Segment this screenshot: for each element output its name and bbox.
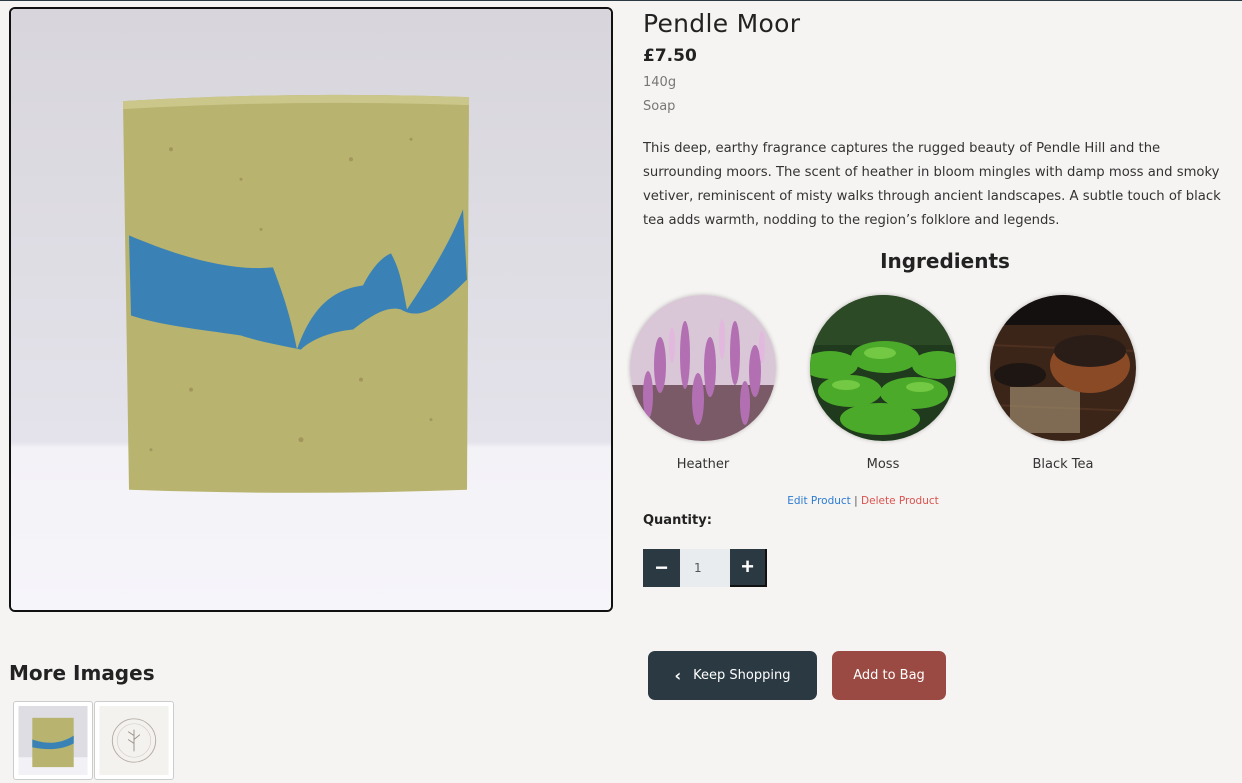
add-to-bag-button[interactable]: Add to Bag (832, 651, 946, 700)
more-images-heading: More Images (9, 661, 155, 685)
product-title: Pendle Moor (643, 9, 801, 38)
thumbnail-logo[interactable] (94, 701, 174, 780)
keep-shopping-label: Keep Shopping (693, 668, 791, 683)
product-weight: 140g (643, 75, 677, 90)
decrement-button[interactable]: − (643, 549, 680, 587)
heather-image (630, 295, 776, 441)
chevron-left-icon: ‹ (674, 666, 682, 685)
ingredient-label: Black Tea (1032, 457, 1094, 472)
product-category: Soap (643, 99, 676, 114)
moss-image (810, 295, 956, 441)
ingredient-moss: Moss (808, 295, 958, 472)
thumbnail-soap[interactable] (13, 701, 93, 780)
quantity-stepper: − + (643, 549, 767, 587)
delete-product-link[interactable]: Delete Product (861, 495, 939, 507)
ingredients-heading: Ingredients (880, 249, 1010, 273)
quantity-input[interactable] (680, 549, 730, 587)
edit-product-link[interactable]: Edit Product (787, 495, 851, 507)
product-price: £7.50 (643, 46, 697, 66)
quantity-label: Quantity: (643, 513, 712, 528)
ingredient-black-tea: Black Tea (988, 295, 1138, 472)
admin-links: Edit Product | Delete Product (760, 495, 966, 507)
product-description: This deep, earthy fragrance captures the… (643, 141, 1221, 228)
main-product-image (9, 7, 613, 612)
ingredient-label: Moss (866, 457, 900, 472)
black-tea-image (990, 295, 1136, 441)
ingredient-label: Heather (676, 457, 730, 472)
keep-shopping-button[interactable]: ‹ Keep Shopping (648, 651, 817, 700)
increment-button[interactable]: + (730, 549, 767, 587)
ingredient-heather: Heather (628, 295, 778, 472)
admin-separator: | (854, 495, 858, 507)
